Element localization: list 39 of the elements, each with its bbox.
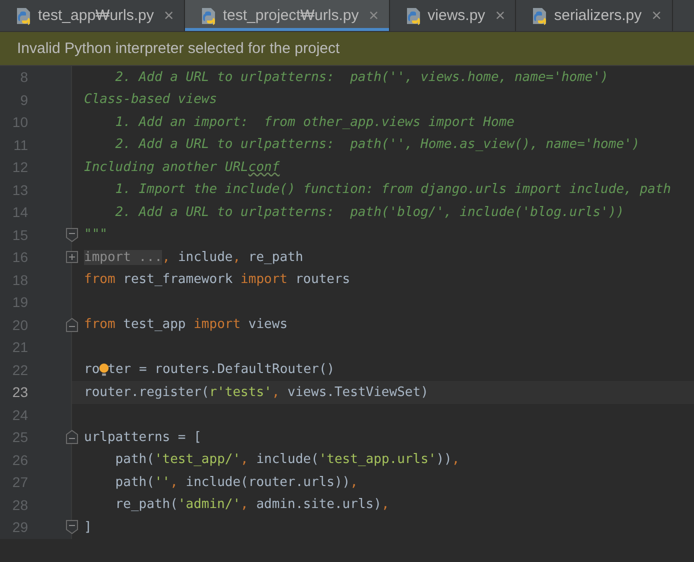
code-line: 2. Add a URL to urlpatterns: path('', Home.as_view(), name='home') <box>114 137 640 152</box>
code-line: ro <box>84 362 100 378</box>
fold-icon[interactable] <box>66 430 78 444</box>
python-file-icon <box>16 6 32 24</box>
fold-icon[interactable] <box>66 318 78 332</box>
code-line: router.register(r'tests', views.TestViewSet) <box>84 384 428 400</box>
python-file-icon <box>532 6 548 24</box>
code-line: Class-based views <box>84 92 218 108</box>
code-line: re_path('admin/', admin.site.urls), <box>114 497 390 512</box>
editor-tab[interactable]: serializers.py × <box>516 0 673 31</box>
code-line: ter = routers.DefaultRouter() <box>108 362 335 378</box>
code-line: 1. Import the include() function: from django.urls import include, path <box>114 182 671 198</box>
fold-icon[interactable] <box>66 520 78 534</box>
close-button[interactable]: × <box>368 6 379 26</box>
code-line: from rest_framework import routers <box>84 272 350 288</box>
fold-icon[interactable] <box>66 228 78 242</box>
close-button[interactable]: × <box>164 6 174 26</box>
close-button[interactable]: × <box>652 6 662 26</box>
banner-text: Invalid Python interpreter selected for the project <box>17 40 340 57</box>
code-line: import ..., include, re_path <box>84 250 304 265</box>
code-line: from test_app import views <box>84 317 288 332</box>
code-line: path('test_app/', include('test_app.urls')), <box>114 452 460 468</box>
python-file-icon <box>406 6 422 24</box>
code-line: 1. Add an import: from other_app.views import Home <box>114 114 514 130</box>
expand-icon[interactable] <box>66 251 78 264</box>
python-file-icon <box>200 6 217 24</box>
code-line: 2. Add a URL to urlpatterns: path('', views.home, name='home') <box>114 70 608 85</box>
code-line: 2. Add a URL to urlpatterns: path('blog/', include('blog.urls')) <box>114 204 624 220</box>
editor-tab[interactable]: test_project₩urls.py × <box>184 0 390 31</box>
code-line: Including another URLconf <box>84 160 280 175</box>
code-line: urlpatterns = [ <box>84 430 202 445</box>
lightbulb-icon[interactable] <box>98 362 109 377</box>
code-line: """ <box>84 227 108 242</box>
editor-tab[interactable]: test_app₩urls.py × <box>0 0 185 31</box>
code-line: ] <box>84 520 92 535</box>
code-line: path('', include(router.urls)), <box>114 474 358 490</box>
line-number: 23 <box>11 384 28 400</box>
editor-tab[interactable]: views.py × <box>390 0 516 31</box>
close-button[interactable]: × <box>495 6 506 26</box>
